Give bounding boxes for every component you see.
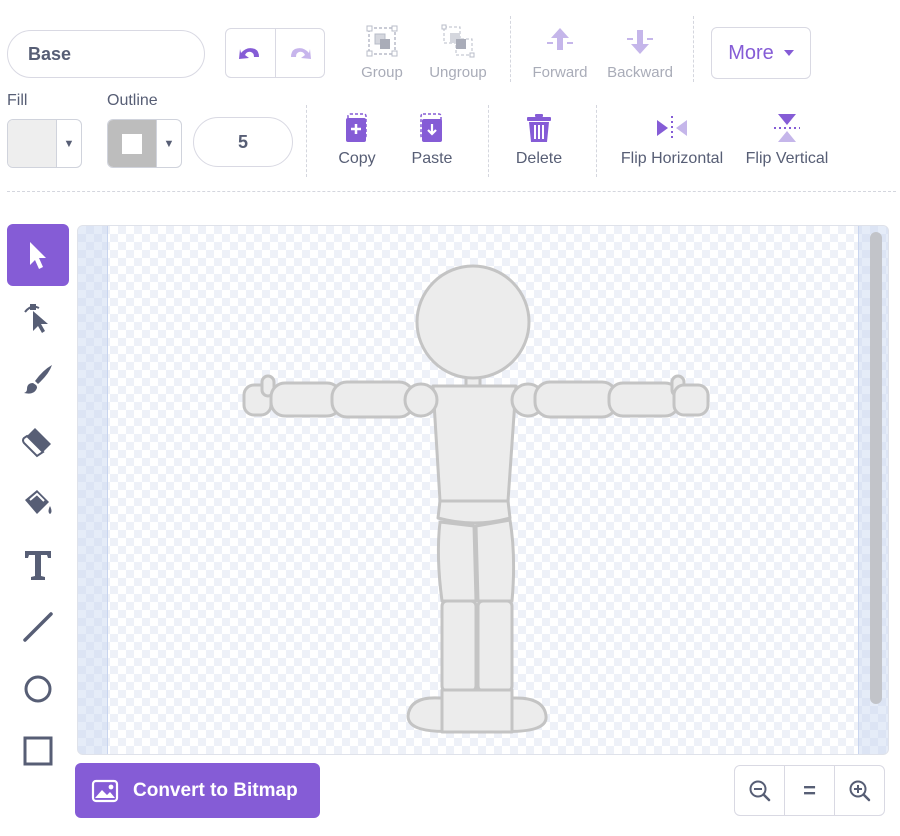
fill-tool[interactable]	[7, 472, 69, 534]
zoom-controls: =	[734, 765, 885, 816]
zoom-in-icon	[849, 780, 870, 801]
reshape-tool[interactable]	[7, 286, 69, 348]
fill-color-swatch	[8, 120, 56, 167]
figure-drawing	[242, 264, 710, 734]
text-tool[interactable]	[7, 534, 69, 596]
paint-canvas[interactable]	[77, 225, 889, 755]
backward-button[interactable]: Backward	[604, 24, 676, 81]
forward-button[interactable]: Forward	[528, 24, 592, 81]
backward-icon	[627, 30, 653, 54]
toolbar-divider	[693, 16, 694, 82]
ungroup-label: Ungroup	[429, 64, 487, 81]
outline-color-dropdown[interactable]: ▼	[107, 119, 182, 168]
outline-label: Outline	[107, 92, 158, 109]
trash-icon	[527, 114, 551, 142]
eraser-icon	[22, 428, 51, 458]
redo-icon	[290, 48, 311, 59]
toolbar-bottom-divider	[7, 191, 896, 192]
flip-vertical-button[interactable]: Flip Vertical	[741, 112, 833, 168]
paint-bucket-icon	[25, 490, 52, 514]
fill-label: Fill	[7, 92, 28, 109]
flip-horizontal-icon	[657, 116, 687, 140]
circle-icon	[24, 675, 52, 703]
forward-icon	[547, 28, 573, 50]
flip-horizontal-button[interactable]: Flip Horizontal	[614, 112, 730, 168]
group-icon	[366, 25, 398, 57]
flip-vertical-label: Flip Vertical	[745, 150, 829, 167]
caret-down-icon	[783, 50, 794, 56]
paste-button[interactable]: Paste	[404, 112, 460, 168]
flip-horizontal-label: Flip Horizontal	[620, 150, 724, 167]
caret-down-icon: ▼	[56, 120, 81, 167]
copy-label: Copy	[338, 150, 376, 167]
toolbar-divider	[596, 105, 597, 177]
outline-width-input[interactable]: 5	[193, 117, 293, 167]
group-button[interactable]: Group	[356, 24, 408, 81]
costume-name-input[interactable]: Base	[7, 30, 205, 78]
delete-label: Delete	[515, 150, 563, 167]
zoom-in-button[interactable]	[834, 766, 884, 815]
zoom-out-icon	[749, 780, 770, 801]
undo-icon	[239, 48, 260, 59]
line-icon	[23, 612, 53, 642]
toolbar-divider	[488, 105, 489, 177]
toolbar-divider	[510, 16, 511, 82]
forward-label: Forward	[532, 64, 588, 81]
select-tool[interactable]	[7, 224, 69, 286]
flip-vertical-icon	[774, 114, 800, 142]
outline-color-swatch	[108, 120, 156, 167]
circle-tool[interactable]	[7, 658, 69, 720]
more-label: More	[728, 41, 774, 64]
brush-tool[interactable]	[7, 348, 69, 410]
equals-icon: =	[803, 777, 816, 803]
copy-icon	[346, 113, 367, 142]
toolbar-divider	[306, 105, 307, 177]
rectangle-icon	[23, 736, 53, 766]
ungroup-icon	[441, 24, 475, 58]
backward-label: Backward	[607, 64, 673, 81]
arrow-pointer-icon	[30, 242, 46, 269]
fill-color-dropdown[interactable]: ▼	[7, 119, 82, 168]
group-label: Group	[361, 64, 403, 81]
text-icon	[25, 551, 51, 580]
paste-icon	[420, 113, 442, 142]
zoom-reset-button[interactable]: =	[784, 766, 834, 815]
delete-button[interactable]: Delete	[510, 112, 568, 168]
brush-icon	[24, 365, 52, 394]
canvas-scrollbar[interactable]	[870, 232, 882, 704]
line-tool[interactable]	[7, 596, 69, 658]
undo-button[interactable]	[226, 29, 275, 77]
redo-button[interactable]	[274, 29, 325, 77]
convert-to-bitmap-button[interactable]: Convert to Bitmap	[75, 763, 320, 818]
eraser-tool[interactable]	[7, 410, 69, 472]
rectangle-tool[interactable]	[7, 720, 69, 782]
more-button[interactable]: More	[711, 27, 811, 79]
zoom-out-button[interactable]	[735, 766, 784, 815]
copy-button[interactable]: Copy	[330, 112, 384, 168]
tool-palette	[7, 224, 69, 782]
ungroup-button[interactable]: Ungroup	[424, 24, 492, 81]
reshape-icon	[24, 304, 48, 333]
convert-to-bitmap-label: Convert to Bitmap	[133, 779, 298, 801]
caret-down-icon: ▼	[156, 120, 181, 167]
undo-redo-group	[225, 28, 325, 78]
image-icon	[91, 779, 119, 802]
paste-label: Paste	[411, 150, 453, 167]
